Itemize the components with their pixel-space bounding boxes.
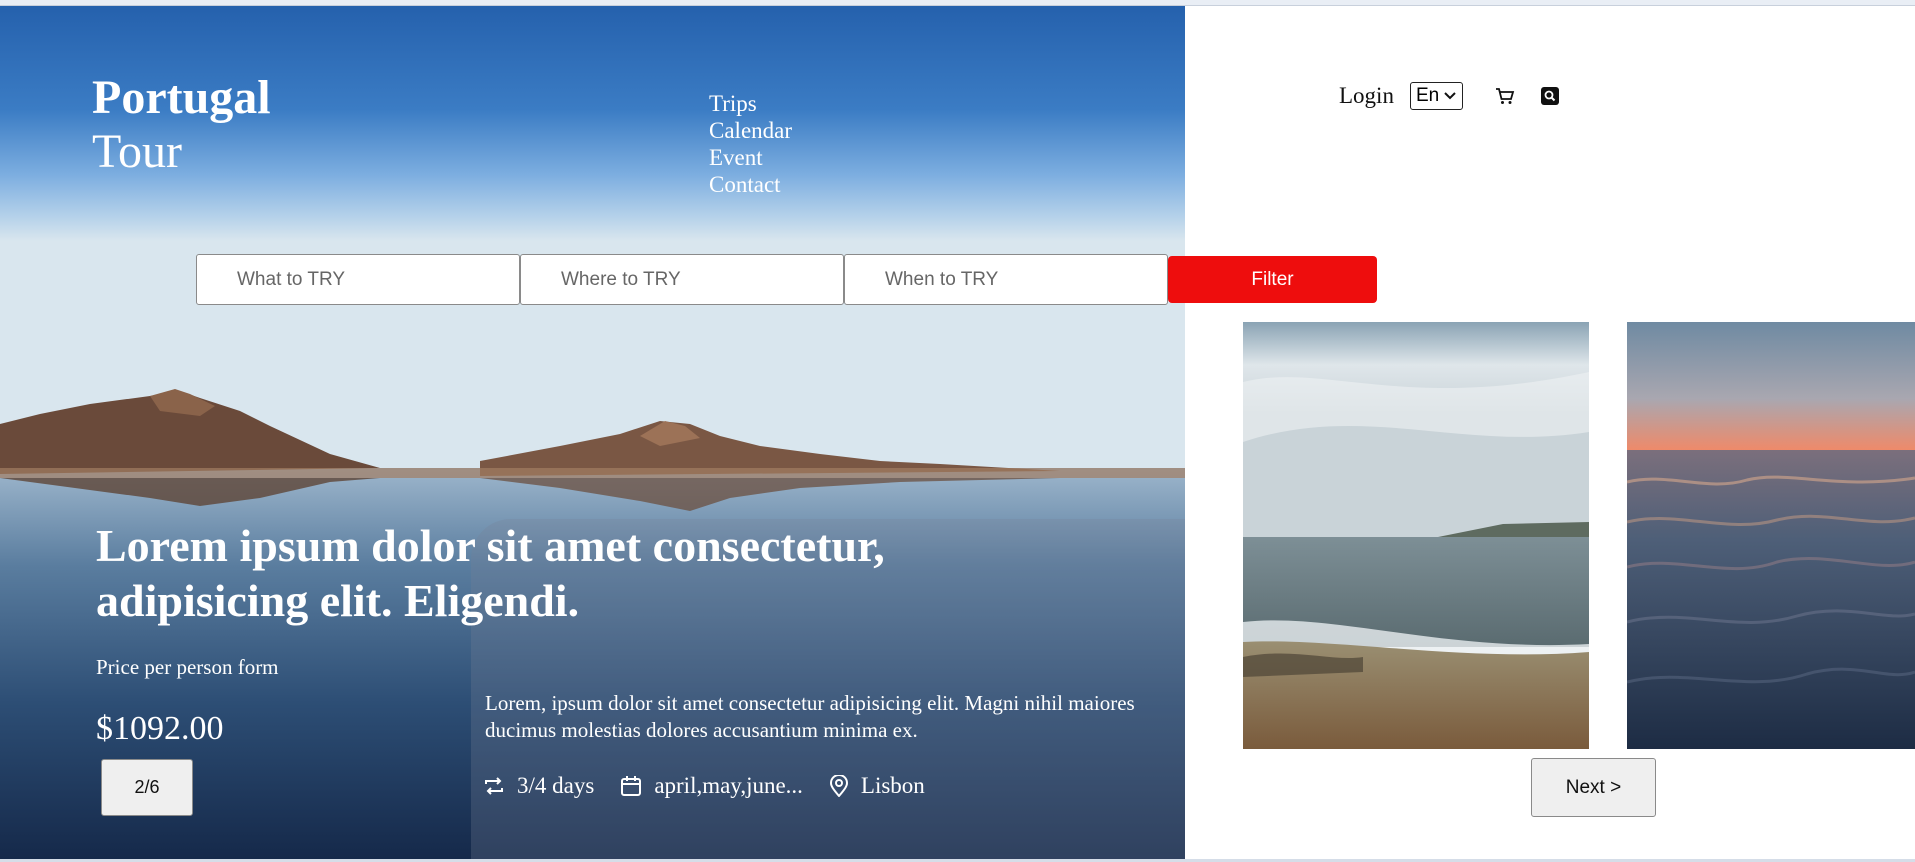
brand-subtitle: Tour [92, 125, 182, 178]
trip-meta: 3/4 days april,may,june... Lisbon [483, 773, 951, 799]
nav-item-calendar[interactable]: Calendar [709, 117, 792, 144]
main-nav: Trips Calendar Event Contact [709, 90, 792, 198]
location-text: Lisbon [860, 773, 925, 798]
slide-pager-button[interactable]: 2/6 [101, 759, 193, 816]
chevron-down-icon [1444, 92, 1456, 100]
when-input[interactable]: When to TRY [844, 254, 1168, 305]
duration-text: 3/4 days [517, 773, 595, 798]
calendar-icon [621, 776, 642, 796]
search-filter-bar: What to TRY Where to TRY When to TRY Fil… [196, 254, 1377, 305]
sunset-sea-photo [1627, 322, 1915, 749]
language-select[interactable]: En [1409, 82, 1464, 110]
where-input[interactable]: Where to TRY [520, 254, 844, 305]
brand-logo[interactable]: Portugal Tour [92, 72, 271, 180]
search-icon[interactable] [1540, 86, 1560, 106]
top-bar: Login En [1339, 82, 1560, 110]
duration-info: 3/4 days [483, 773, 594, 799]
next-button[interactable]: Next > [1531, 758, 1656, 817]
repeat-icon [485, 777, 503, 795]
location-pin-icon [829, 775, 848, 797]
language-value: En [1415, 85, 1440, 106]
price-label: Price per person form [96, 655, 279, 679]
price-value: $1092.00 [96, 710, 224, 747]
nav-item-contact[interactable]: Contact [709, 171, 792, 198]
login-link[interactable]: Login [1339, 83, 1394, 109]
trip-description: Lorem, ipsum dolor sit amet consectetur … [485, 691, 1135, 742]
cart-icon[interactable] [1495, 86, 1515, 106]
months-text: april,may,june... [654, 773, 803, 798]
months-info: april,may,june... [620, 773, 803, 799]
location-info: Lisbon [829, 773, 925, 799]
hero-headline: Lorem ipsum dolor sit amet consectetur, … [96, 520, 885, 626]
brand-title: Portugal [92, 71, 271, 124]
what-input[interactable]: What to TRY [196, 254, 520, 305]
gallery-image-sunset-sea[interactable] [1627, 322, 1915, 749]
filter-button[interactable]: Filter [1168, 256, 1377, 303]
coast-photo [1243, 322, 1589, 749]
nav-item-trips[interactable]: Trips [709, 90, 792, 117]
nav-item-event[interactable]: Event [709, 144, 792, 171]
gallery-image-coast[interactable] [1243, 322, 1589, 749]
